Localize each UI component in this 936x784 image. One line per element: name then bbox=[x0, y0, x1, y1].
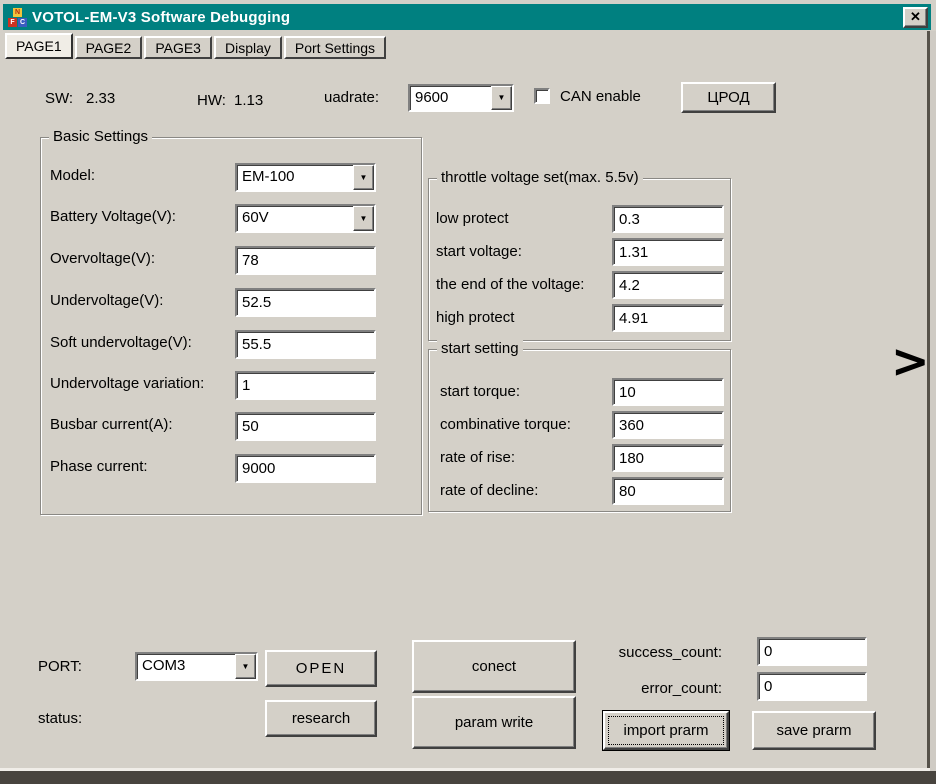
chevron-down-icon: ▼ bbox=[360, 174, 368, 182]
save-param-button[interactable]: save prarm bbox=[752, 711, 876, 750]
connect-button-label: conect bbox=[472, 658, 516, 675]
high-protect-label: high protect bbox=[436, 309, 514, 326]
success-count-label: success_count: bbox=[598, 644, 722, 661]
error-count-input[interactable] bbox=[757, 672, 867, 701]
battery-voltage-label: Battery Voltage(V): bbox=[50, 208, 176, 225]
busbar-current-input[interactable] bbox=[235, 412, 376, 441]
app-icon-block-n: N bbox=[13, 8, 22, 17]
end-of-voltage-label: the end of the voltage: bbox=[436, 276, 584, 293]
phase-current-input[interactable] bbox=[235, 454, 376, 483]
port-label: PORT: bbox=[38, 658, 82, 675]
research-button[interactable]: research bbox=[265, 700, 377, 737]
baudrate-dropdown-button[interactable]: ▼ bbox=[491, 86, 512, 110]
param-write-button[interactable]: param write bbox=[412, 696, 576, 749]
crod-button[interactable]: ЦРОД bbox=[681, 82, 776, 113]
rate-of-decline-label: rate of decline: bbox=[440, 482, 538, 499]
param-write-button-label: param write bbox=[455, 714, 533, 731]
baudrate-selected-value: 9600 bbox=[410, 86, 491, 110]
basic-settings-title: Basic Settings bbox=[49, 128, 152, 145]
tab-page3[interactable]: PAGE3 bbox=[144, 36, 212, 59]
can-enable-checkbox[interactable] bbox=[534, 88, 550, 104]
import-param-button[interactable]: import prarm bbox=[603, 711, 729, 750]
open-button[interactable]: OPEN bbox=[265, 650, 377, 687]
start-voltage-input[interactable] bbox=[612, 238, 724, 266]
tab-page2[interactable]: PAGE2 bbox=[75, 36, 143, 59]
tab-bar: PAGE1 PAGE2 PAGE3 Display Port Settings bbox=[5, 33, 388, 59]
chevron-down-icon: ▼ bbox=[360, 215, 368, 223]
baudrate-select[interactable]: 9600 ▼ bbox=[408, 84, 514, 112]
tab-port-settings[interactable]: Port Settings bbox=[284, 36, 386, 59]
chevron-down-icon: ▼ bbox=[242, 663, 250, 671]
app-icon-block-f: F bbox=[8, 18, 17, 27]
low-protect-label: low protect bbox=[436, 210, 509, 227]
hw-value: 1.13 bbox=[234, 92, 263, 109]
high-protect-input[interactable] bbox=[612, 304, 724, 332]
app-icon: N F C bbox=[8, 8, 27, 27]
throttle-voltage-title: throttle voltage set(max. 5.5v) bbox=[437, 169, 643, 186]
model-selected-value: EM-100 bbox=[237, 165, 353, 190]
start-torque-input[interactable] bbox=[612, 378, 724, 406]
close-button[interactable]: ✕ bbox=[903, 7, 928, 28]
rate-of-rise-input[interactable] bbox=[612, 444, 724, 472]
window-title: VOTOL-EM-V3 Software Debugging bbox=[32, 9, 290, 26]
sw-value: 2.33 bbox=[86, 90, 115, 107]
chevron-down-icon: ▼ bbox=[498, 94, 506, 102]
research-button-label: research bbox=[292, 710, 350, 727]
start-voltage-label: start voltage: bbox=[436, 243, 522, 260]
success-count-input[interactable] bbox=[757, 637, 867, 666]
battery-voltage-selected-value: 60V bbox=[237, 206, 353, 231]
phase-current-label: Phase current: bbox=[50, 458, 148, 475]
save-param-button-label: save prarm bbox=[776, 722, 851, 739]
port-selected-value: COM3 bbox=[137, 654, 235, 679]
model-dropdown-button[interactable]: ▼ bbox=[353, 165, 374, 190]
undervoltage-variation-label: Undervoltage variation: bbox=[50, 375, 204, 392]
undervoltage-label: Undervoltage(V): bbox=[50, 292, 163, 309]
titlebar: N F C VOTOL-EM-V3 Software Debugging ✕ bbox=[3, 4, 931, 30]
soft-undervoltage-label: Soft undervoltage(V): bbox=[50, 334, 192, 351]
app-icon-block-c: C bbox=[18, 18, 27, 27]
undervoltage-variation-input[interactable] bbox=[235, 371, 376, 400]
rate-of-rise-label: rate of rise: bbox=[440, 449, 515, 466]
model-select[interactable]: EM-100 ▼ bbox=[235, 163, 376, 192]
port-select[interactable]: COM3 ▼ bbox=[135, 652, 258, 681]
hw-label: HW: bbox=[197, 92, 226, 109]
expand-panel-button[interactable]: > bbox=[891, 338, 930, 384]
undervoltage-input[interactable] bbox=[235, 288, 376, 317]
tab-display[interactable]: Display bbox=[214, 36, 282, 59]
status-label: status: bbox=[38, 710, 82, 727]
rate-of-decline-input[interactable] bbox=[612, 477, 724, 505]
window-right-margin bbox=[930, 31, 936, 771]
tab-page1[interactable]: PAGE1 bbox=[5, 33, 73, 59]
soft-undervoltage-input[interactable] bbox=[235, 330, 376, 359]
low-protect-input[interactable] bbox=[612, 205, 724, 233]
window-bottom-border bbox=[0, 771, 936, 784]
battery-voltage-dropdown-button[interactable]: ▼ bbox=[353, 206, 374, 231]
crod-button-label: ЦРОД bbox=[707, 89, 749, 106]
combinative-torque-input[interactable] bbox=[612, 411, 724, 439]
busbar-current-label: Busbar current(A): bbox=[50, 416, 173, 433]
port-dropdown-button[interactable]: ▼ bbox=[235, 654, 256, 679]
import-param-button-label: import prarm bbox=[623, 722, 708, 739]
battery-voltage-select[interactable]: 60V ▼ bbox=[235, 204, 376, 233]
end-of-voltage-input[interactable] bbox=[612, 271, 724, 299]
open-button-label: OPEN bbox=[296, 660, 347, 677]
error-count-label: error_count: bbox=[598, 680, 722, 697]
baudrate-label: uadrate: bbox=[324, 89, 379, 106]
close-icon: ✕ bbox=[910, 9, 921, 25]
sw-label: SW: bbox=[45, 90, 73, 107]
overvoltage-input[interactable] bbox=[235, 246, 376, 275]
start-torque-label: start torque: bbox=[440, 383, 520, 400]
app-window: N F C VOTOL-EM-V3 Software Debugging ✕ P… bbox=[0, 0, 936, 784]
overvoltage-label: Overvoltage(V): bbox=[50, 250, 155, 267]
connect-button[interactable]: conect bbox=[412, 640, 576, 693]
model-label: Model: bbox=[50, 167, 95, 184]
start-setting-title: start setting bbox=[437, 340, 523, 357]
combinative-torque-label: combinative torque: bbox=[440, 416, 571, 433]
can-enable-label: CAN enable bbox=[560, 88, 641, 105]
